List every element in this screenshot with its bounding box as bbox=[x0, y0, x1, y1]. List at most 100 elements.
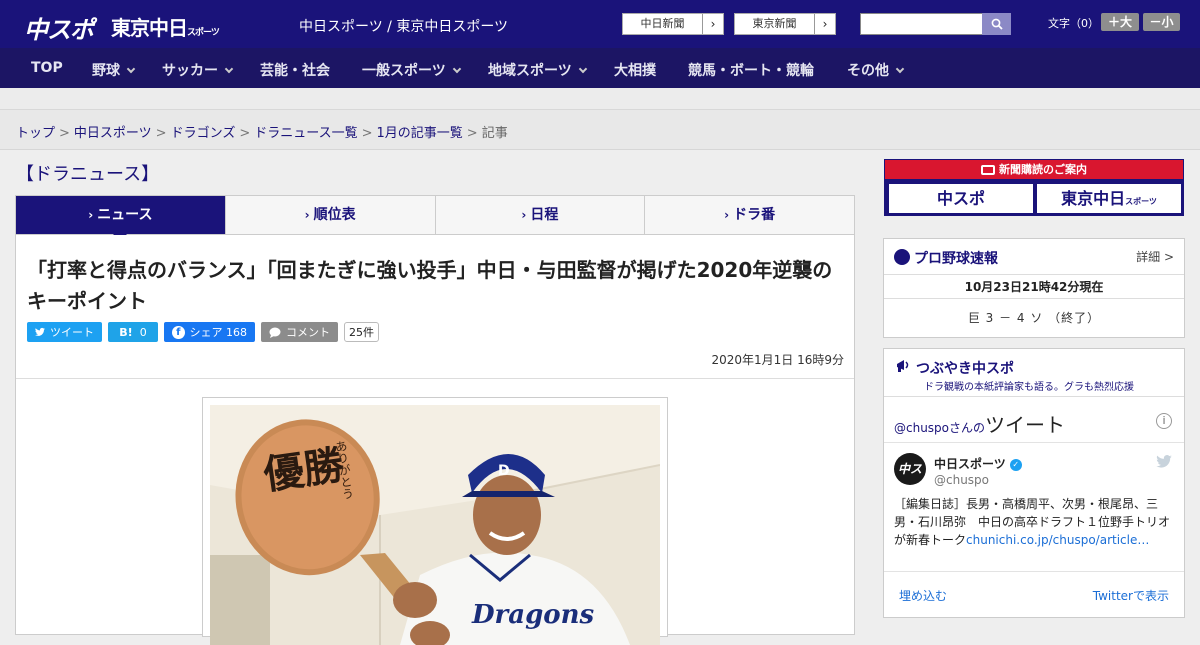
chevron-right-icon: › bbox=[710, 17, 716, 31]
breadcrumb-bar: トップ > 中日スポーツ > ドラゴンズ > ドラニュース一覧 >1月の記事一覧 > 記事 bbox=[0, 110, 1200, 150]
chevron-down-icon bbox=[452, 64, 461, 74]
publish-date: 2020年1月1日 16時9分 bbox=[711, 353, 844, 367]
tab-standings[interactable]: › 順位表 bbox=[225, 196, 436, 234]
tweet-account-handle[interactable]: @chuspo bbox=[934, 473, 989, 487]
nav-item-top[interactable]: TOP bbox=[31, 60, 63, 76]
tab-news[interactable]: › ニュース bbox=[16, 196, 226, 241]
nav-item-sumo[interactable]: 大相撲 bbox=[614, 60, 656, 80]
nav-item-label: 地域スポーツ bbox=[488, 63, 572, 79]
nav-item-general-sports[interactable]: 一般スポーツ bbox=[362, 60, 461, 80]
baseball-scores-widget: プロ野球速報 詳細 > 10月23日21時42分現在 巨 3 － 4 ソ （終了… bbox=[883, 238, 1185, 338]
subscription-banner[interactable]: 新聞購読のご案内 中スポ 東京中日スポーツ bbox=[884, 159, 1184, 216]
facebook-share-count: 168 bbox=[226, 325, 247, 339]
header-spacer bbox=[0, 88, 1200, 110]
tweet-account-name-text: 中日スポーツ bbox=[934, 457, 1006, 471]
comment-count: 25件 bbox=[344, 322, 379, 342]
chevron-down-icon bbox=[578, 64, 587, 74]
nav-item-keiba[interactable]: 競馬・ボート・競輪 bbox=[688, 60, 814, 80]
article-photo-frame: 優勝 ありがとう Dragons D bbox=[202, 397, 668, 645]
facebook-share-label: シェア bbox=[189, 326, 223, 339]
nav-item-label: TOP bbox=[31, 60, 63, 76]
search-icon bbox=[991, 18, 1003, 30]
breadcrumb-link[interactable]: ドラゴンズ bbox=[171, 126, 236, 141]
tweet-account-name[interactable]: 中日スポーツ ✓ bbox=[934, 455, 1022, 472]
tokyo-chunichi-logo[interactable]: 東京中日スポーツ bbox=[111, 12, 220, 41]
svg-text:D: D bbox=[498, 463, 510, 479]
nav-item-label: 一般スポーツ bbox=[362, 63, 446, 79]
nav-item-label: 競馬・ボート・競輪 bbox=[688, 63, 814, 79]
twitter-bird-icon bbox=[35, 327, 45, 336]
nav-item-soccer[interactable]: サッカー bbox=[162, 60, 234, 80]
info-icon[interactable]: i bbox=[1156, 413, 1172, 429]
top-header: 中スポ 東京中日スポーツ 中日スポーツ / 東京中日スポーツ 中日新聞 › 東京… bbox=[0, 0, 1200, 48]
font-bigger-button[interactable]: ＋大 bbox=[1101, 13, 1139, 31]
breadcrumb-link[interactable]: 1月の記事一覧 bbox=[377, 126, 463, 141]
breadcrumb-link[interactable]: 中日スポーツ bbox=[74, 126, 152, 141]
view-on-twitter-link[interactable]: Twitterで表示 bbox=[1093, 587, 1169, 604]
font-size-label: 文字（0） bbox=[1048, 17, 1099, 30]
tweet-button[interactable]: ツイート bbox=[27, 322, 102, 342]
divider bbox=[884, 442, 1184, 443]
main-nav: TOP 野球 サッカー 芸能・社会 一般スポーツ 地域スポーツ 大相撲 競馬・ボ… bbox=[0, 48, 1200, 88]
comment-label: コメント bbox=[286, 326, 330, 339]
twitter-widget-subtitle: ドラ観戦の本紙評論家も語る。グラも熱烈応援 bbox=[924, 382, 1134, 393]
hatena-icon: B! bbox=[119, 325, 133, 339]
facebook-icon: f bbox=[172, 325, 185, 339]
subscription-tokyo-text: 東京中日 bbox=[1061, 189, 1126, 208]
site-title[interactable]: 中日スポーツ / 東京中日スポーツ bbox=[299, 16, 508, 36]
tab-schedule[interactable]: › 日程 bbox=[435, 196, 646, 234]
breadcrumb-current: 記事 bbox=[481, 126, 508, 141]
facebook-share-button[interactable]: f シェア 168 bbox=[164, 322, 255, 342]
twitter-caption-handle[interactable]: @chuspo bbox=[894, 421, 949, 435]
chevron-right-icon: › bbox=[724, 208, 730, 222]
breadcrumb-separator: > bbox=[59, 126, 70, 141]
chevron-down-icon bbox=[895, 64, 905, 74]
baseball-widget-header: プロ野球速報 詳細 > bbox=[884, 239, 1184, 275]
twitter-widget-header: つぶやき中スポ ドラ観戦の本紙評論家も語る。グラも熱烈応援 bbox=[884, 349, 1184, 397]
embed-link[interactable]: 埋め込む bbox=[899, 587, 947, 604]
nav-item-other[interactable]: その他 bbox=[847, 60, 905, 80]
nav-item-label: その他 bbox=[847, 63, 889, 79]
chunichi-shimbun-link[interactable]: 中日新聞 › bbox=[622, 13, 724, 35]
tab-label: 順位表 bbox=[313, 207, 356, 223]
nav-item-label: 芸能・社会 bbox=[260, 63, 330, 79]
subscription-tokyo-logo[interactable]: 東京中日スポーツ bbox=[1037, 184, 1181, 213]
chevron-right-icon: › bbox=[88, 208, 94, 222]
chevron-right-icon: › bbox=[521, 208, 527, 222]
breadcrumb-separator: > bbox=[361, 126, 373, 141]
avatar[interactable]: 中スポ bbox=[894, 453, 926, 508]
comment-button[interactable]: コメント bbox=[261, 322, 338, 342]
breadcrumb-link[interactable]: ドラニュース一覧 bbox=[254, 126, 357, 141]
nav-item-label: 野球 bbox=[92, 63, 120, 79]
nav-item-regional-sports[interactable]: 地域スポーツ bbox=[488, 60, 587, 80]
twitter-widget: つぶやき中スポ ドラ観戦の本紙評論家も語る。グラも熱烈応援 @chuspoさんの… bbox=[883, 348, 1185, 618]
newspaper-icon bbox=[981, 165, 995, 175]
nav-item-label: サッカー bbox=[162, 63, 218, 79]
paper-link-label: 中日新聞 bbox=[623, 14, 703, 34]
twitter-bird-icon[interactable] bbox=[1156, 455, 1172, 468]
hatena-bookmark-button[interactable]: B! 0 bbox=[108, 322, 158, 342]
tokyo-shimbun-link[interactable]: 東京新聞 › bbox=[734, 13, 836, 35]
tab-label: ドラ番 bbox=[733, 207, 776, 223]
chevron-right-icon: › bbox=[304, 208, 310, 222]
manager-photo-illustration: 優勝 ありがとう Dragons D bbox=[210, 405, 660, 645]
tab-reporter[interactable]: › ドラ番 bbox=[645, 196, 854, 234]
news-tabs: › ニュース › 順位表 › 日程 › ドラ番 bbox=[15, 195, 855, 241]
search-button[interactable] bbox=[982, 13, 1011, 35]
chuspo-logo[interactable]: 中スポ bbox=[24, 10, 94, 45]
tweet-link[interactable]: chunichi.co.jp/chuspo/article… bbox=[966, 533, 1149, 547]
nav-item-baseball[interactable]: 野球 bbox=[92, 60, 136, 80]
article-photo[interactable]: 優勝 ありがとう Dragons D bbox=[210, 405, 660, 645]
font-smaller-button[interactable]: －小 bbox=[1143, 13, 1180, 31]
hatena-count: 0 bbox=[139, 325, 147, 339]
baseball-score[interactable]: 巨 3 － 4 ソ （終了） bbox=[884, 299, 1184, 337]
nav-item-entertainment[interactable]: 芸能・社会 bbox=[260, 60, 330, 80]
search-input[interactable] bbox=[860, 13, 983, 35]
breadcrumb-separator: > bbox=[155, 126, 167, 141]
divider bbox=[884, 571, 1184, 572]
subscription-chuspo-logo[interactable]: 中スポ bbox=[889, 184, 1033, 213]
share-buttons: ツイート B! 0 f シェア 168 コメント 25件 bbox=[27, 322, 379, 342]
breadcrumb-link[interactable]: トップ bbox=[16, 126, 55, 141]
chevron-right-icon: › bbox=[822, 17, 828, 31]
baseball-details-link[interactable]: 詳細 > bbox=[1136, 248, 1174, 265]
